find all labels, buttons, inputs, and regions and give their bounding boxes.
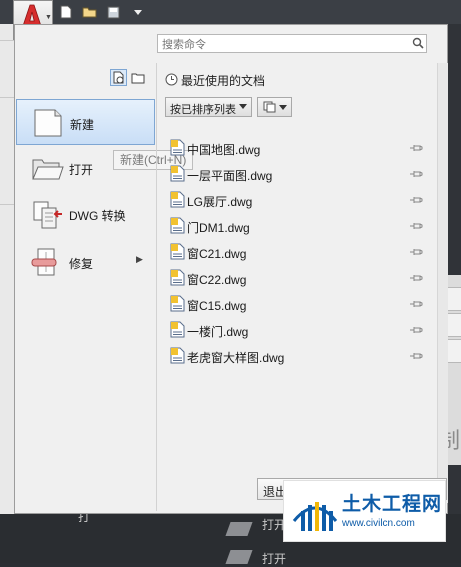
open-folder-icon bbox=[32, 159, 64, 180]
recent-document-item[interactable]: 一层平面图.dwg bbox=[165, 162, 430, 188]
view-open-documents-button[interactable] bbox=[129, 69, 146, 86]
recent-documents-title: 最近使用的文档 bbox=[181, 74, 266, 88]
qat-customize-button[interactable] bbox=[128, 3, 148, 21]
view-recent-documents-button[interactable] bbox=[110, 69, 127, 86]
search-icon[interactable] bbox=[412, 37, 424, 49]
pin-icon[interactable] bbox=[409, 351, 423, 361]
pin-icon[interactable] bbox=[409, 195, 423, 205]
submenu-arrow-icon: ▶ bbox=[136, 254, 143, 264]
recent-document-name: 一楼门.dwg bbox=[187, 325, 249, 339]
chevron-down-icon bbox=[279, 105, 287, 110]
recent-documents-panel: 最近使用的文档 按已排序列表 中国地图.dwg 一层平面图.dwg LG展厅.dwg… bbox=[157, 63, 437, 511]
recent-document-name: 窗C21.dwg bbox=[187, 247, 247, 261]
chevron-down-icon: ▼ bbox=[45, 14, 52, 21]
background-text: 打开 bbox=[262, 552, 287, 566]
recent-document-item[interactable]: 门DM1.dwg bbox=[165, 214, 430, 240]
civilcn-logo-icon bbox=[292, 502, 338, 531]
new-document-icon bbox=[34, 109, 62, 137]
qat-open-button[interactable] bbox=[80, 3, 100, 21]
pin-icon[interactable] bbox=[409, 325, 423, 335]
save-icon bbox=[107, 6, 120, 19]
recent-document-item[interactable]: 老虎窗大样图.dwg bbox=[165, 344, 430, 370]
dwg-convert-command[interactable]: DWG 转换 bbox=[16, 191, 155, 237]
dwg-file-icon bbox=[170, 295, 185, 312]
chevron-down-icon bbox=[239, 104, 247, 109]
pin-icon[interactable] bbox=[409, 143, 423, 153]
dwg-file-icon bbox=[170, 347, 185, 364]
left-panel-strip bbox=[0, 24, 15, 514]
dwg-file-icon bbox=[170, 139, 185, 156]
qat-save-button[interactable] bbox=[104, 3, 124, 21]
background-shape bbox=[225, 550, 253, 564]
recent-documents-icon bbox=[113, 71, 124, 84]
recent-document-name: LG展厅.dwg bbox=[187, 195, 253, 209]
dwg-file-icon bbox=[170, 243, 185, 260]
new-command[interactable]: 新建 bbox=[16, 99, 155, 145]
dwg-file-icon bbox=[170, 165, 185, 182]
dwg-file-icon bbox=[170, 269, 185, 286]
open-command-label: 打开 bbox=[69, 163, 94, 177]
search-commands-input[interactable] bbox=[157, 34, 427, 53]
recent-document-item[interactable]: 窗C22.dwg bbox=[165, 266, 430, 292]
pin-icon[interactable] bbox=[409, 299, 423, 309]
command-column: 新建 打开 DWG 转换 修复 ▶ bbox=[15, 63, 156, 511]
sort-order-label: 按已排序列表 bbox=[170, 104, 236, 116]
watermark-url: www.civilcn.com bbox=[342, 518, 415, 529]
repair-icon bbox=[31, 248, 57, 276]
application-menu: 新建 打开 DWG 转换 修复 ▶ bbox=[14, 24, 448, 514]
watermark-logo: 土木工程网 www.civilcn.com bbox=[283, 480, 446, 542]
recent-document-item[interactable]: 中国地图.dwg bbox=[165, 136, 430, 162]
recent-document-item[interactable]: LG展厅.dwg bbox=[165, 188, 430, 214]
dwg-file-icon bbox=[170, 191, 185, 208]
repair-command-label: 修复 bbox=[69, 257, 94, 271]
dwg-convert-command-label: DWG 转换 bbox=[69, 209, 126, 223]
dwg-convert-icon bbox=[33, 201, 62, 229]
recent-document-name: 窗C22.dwg bbox=[187, 273, 247, 287]
dwg-file-icon bbox=[170, 321, 185, 338]
background-shape bbox=[225, 522, 253, 536]
recent-document-item[interactable]: 窗C21.dwg bbox=[165, 240, 430, 266]
icon-view-icon bbox=[263, 101, 276, 113]
recent-document-name: 窗C15.dwg bbox=[187, 299, 247, 313]
watermark-brand: 土木工程网 bbox=[342, 494, 443, 515]
recent-document-name: 老虎窗大样图.dwg bbox=[187, 351, 285, 365]
open-folder-icon bbox=[82, 7, 97, 18]
pin-icon[interactable] bbox=[409, 273, 423, 283]
recent-document-item[interactable]: 窗C15.dwg bbox=[165, 292, 430, 318]
dwg-file-icon bbox=[170, 217, 185, 234]
open-documents-icon bbox=[131, 73, 144, 84]
chevron-down-icon bbox=[134, 10, 142, 15]
recent-document-name: 中国地图.dwg bbox=[187, 143, 261, 157]
menu-scrollbar[interactable] bbox=[437, 63, 448, 503]
sort-order-dropdown[interactable]: 按已排序列表 bbox=[165, 97, 252, 117]
pin-icon[interactable] bbox=[409, 221, 423, 231]
repair-command[interactable]: 修复 ▶ bbox=[16, 239, 155, 285]
qat-new-button[interactable] bbox=[56, 3, 76, 21]
display-mode-dropdown[interactable] bbox=[257, 97, 292, 117]
new-command-label: 新建 bbox=[70, 118, 95, 132]
recent-documents-list: 中国地图.dwg 一层平面图.dwg LG展厅.dwg 门DM1.dwg 窗C21.dw… bbox=[165, 136, 430, 370]
new-file-icon bbox=[60, 5, 72, 19]
pin-icon[interactable] bbox=[409, 169, 423, 179]
quick-access-toolbar bbox=[56, 2, 148, 22]
recent-document-name: 一层平面图.dwg bbox=[187, 169, 273, 183]
recent-document-name: 门DM1.dwg bbox=[187, 221, 250, 235]
clock-icon bbox=[165, 73, 178, 86]
pin-icon[interactable] bbox=[409, 247, 423, 257]
recent-document-item[interactable]: 一楼门.dwg bbox=[165, 318, 430, 344]
